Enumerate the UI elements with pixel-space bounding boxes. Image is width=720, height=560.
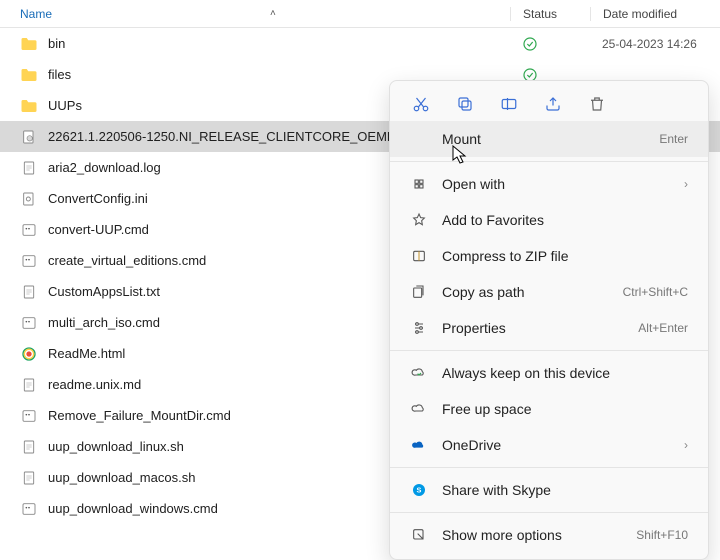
more-icon: [410, 526, 428, 544]
folder-icon: [20, 97, 38, 115]
file-icon: [20, 314, 38, 332]
file-icon: [20, 159, 38, 177]
star-icon: [410, 211, 428, 229]
file-icon: [20, 190, 38, 208]
context-item-label: Compress to ZIP file: [442, 248, 688, 264]
file-row[interactable]: bin 25-04-2023 14:26: [0, 28, 720, 59]
cut-icon[interactable]: [410, 93, 432, 115]
context-separator: [390, 161, 708, 162]
context-item-add-to-favorites[interactable]: Add to Favorites: [390, 202, 708, 238]
file-icon: [20, 500, 38, 518]
file-icon: [20, 438, 38, 456]
context-item-label: Mount: [442, 131, 659, 147]
onedrive-icon: [410, 436, 428, 454]
column-name[interactable]: Name˄: [20, 7, 510, 21]
skype-icon: S: [410, 481, 428, 499]
context-menu: MountEnterOpen with›Add to FavoritesComp…: [389, 80, 709, 560]
zip-icon: [410, 247, 428, 265]
sort-indicator: ˄: [270, 8, 276, 19]
file-status: [510, 36, 590, 52]
context-separator: [390, 512, 708, 513]
context-item-compress-to-zip-file[interactable]: Compress to ZIP file: [390, 238, 708, 274]
context-item-label: Free up space: [442, 401, 688, 417]
file-icon: [20, 128, 38, 146]
file-icon: [20, 221, 38, 239]
openwith-icon: [410, 175, 428, 193]
svg-text:S: S: [417, 486, 422, 495]
mount-icon: [410, 130, 428, 148]
file-name: bin: [48, 36, 510, 51]
context-item-label: Add to Favorites: [442, 212, 688, 228]
context-item-free-up-space[interactable]: Free up space: [390, 391, 708, 427]
context-item-label: Always keep on this device: [442, 365, 688, 381]
file-icon: [20, 469, 38, 487]
context-separator: [390, 350, 708, 351]
context-item-label: Show more options: [442, 527, 636, 543]
context-icon-bar: [390, 87, 708, 121]
context-item-onedrive[interactable]: OneDrive›: [390, 427, 708, 463]
file-date: 25-04-2023 14:26: [590, 37, 720, 51]
context-separator: [390, 467, 708, 468]
context-item-open-with[interactable]: Open with›: [390, 166, 708, 202]
delete-icon[interactable]: [586, 93, 608, 115]
context-item-accel: Shift+F10: [636, 528, 688, 542]
cloudkeep-icon: [410, 364, 428, 382]
folder-icon: [20, 66, 38, 84]
context-item-always-keep-on-this-device[interactable]: Always keep on this device: [390, 355, 708, 391]
context-item-copy-as-path[interactable]: Copy as pathCtrl+Shift+C: [390, 274, 708, 310]
folder-icon: [20, 35, 38, 53]
context-item-accel: Alt+Enter: [638, 321, 688, 335]
cloudfree-icon: [410, 400, 428, 418]
file-icon: [20, 252, 38, 270]
context-item-share-with-skype[interactable]: S Share with Skype: [390, 472, 708, 508]
file-icon: [20, 345, 38, 363]
context-item-accel: Ctrl+Shift+C: [623, 285, 688, 299]
column-status[interactable]: Status: [510, 7, 590, 21]
context-item-show-more-options[interactable]: Show more optionsShift+F10: [390, 517, 708, 553]
context-item-label: Properties: [442, 320, 638, 336]
props-icon: [410, 319, 428, 337]
context-item-mount[interactable]: MountEnter: [390, 121, 708, 157]
chevron-right-icon: ›: [684, 177, 688, 191]
context-item-label: Open with: [442, 176, 684, 192]
context-item-label: OneDrive: [442, 437, 684, 453]
file-icon: [20, 376, 38, 394]
chevron-right-icon: ›: [684, 438, 688, 452]
copypath-icon: [410, 283, 428, 301]
file-icon: [20, 283, 38, 301]
context-item-properties[interactable]: PropertiesAlt+Enter: [390, 310, 708, 346]
context-item-accel: Enter: [659, 132, 688, 146]
context-item-label: Copy as path: [442, 284, 623, 300]
copy-icon[interactable]: [454, 93, 476, 115]
context-item-label: Share with Skype: [442, 482, 688, 498]
rename-icon[interactable]: [498, 93, 520, 115]
file-icon: [20, 407, 38, 425]
column-date[interactable]: Date modified: [590, 7, 720, 21]
share-icon[interactable]: [542, 93, 564, 115]
column-header: Name˄ Status Date modified: [0, 0, 720, 28]
